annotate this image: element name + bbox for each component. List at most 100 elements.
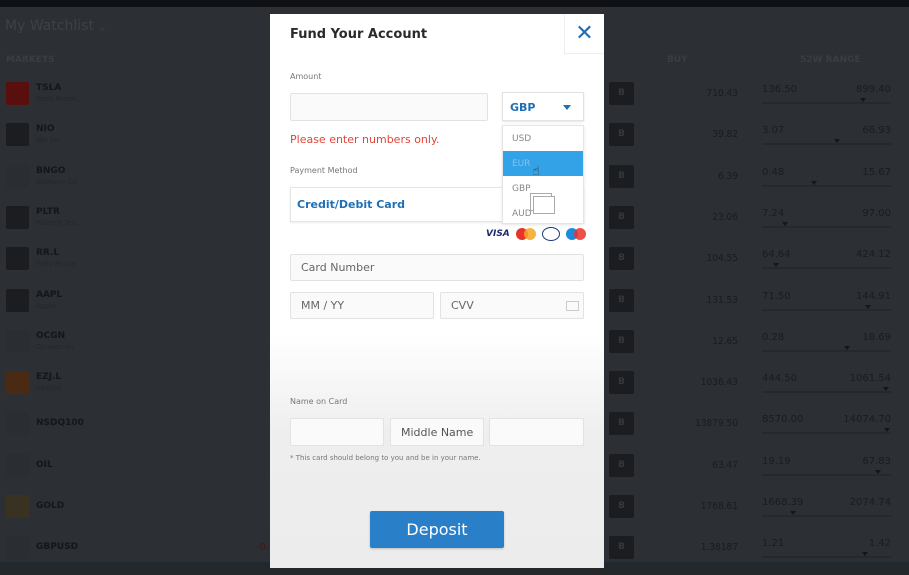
range-high: 15.67 xyxy=(862,166,891,178)
range-high: 97.00 xyxy=(862,207,891,219)
buy-button[interactable]: B xyxy=(609,205,634,229)
range-marker xyxy=(833,139,840,144)
market-name: easyJet xyxy=(36,384,62,393)
close-icon: ✕ xyxy=(575,21,594,46)
market-logo xyxy=(6,205,29,229)
range-marker xyxy=(782,221,789,226)
first-name-input[interactable] xyxy=(290,418,384,446)
cvv-input[interactable]: CVV xyxy=(440,292,584,319)
range-bar xyxy=(762,556,891,559)
range-bar xyxy=(762,432,891,435)
market-symbol: RR.L xyxy=(36,248,60,259)
range-low: 136.50 xyxy=(762,84,797,95)
buy-price: 63.47 xyxy=(712,459,738,471)
market-name: Apple xyxy=(36,301,56,310)
buy-price: 1036.43 xyxy=(700,377,738,389)
market-symbol: GOLD xyxy=(36,501,65,511)
close-button[interactable]: ✕ xyxy=(564,14,604,54)
market-symbol: BNGO xyxy=(36,165,66,176)
column-header-52w-range: 52W RANGE xyxy=(800,55,861,65)
card-number-input[interactable]: Card Number xyxy=(290,254,584,281)
buy-button[interactable]: B xyxy=(609,329,634,353)
range-marker xyxy=(884,428,891,433)
buy-price: 23.06 xyxy=(712,211,738,223)
modal-title: Fund Your Account xyxy=(290,27,428,42)
fund-account-modal: Fund Your Account ✕ Amount GBP Please en… xyxy=(270,14,604,568)
currency-select[interactable]: GBP xyxy=(502,92,584,121)
card-ownership-note: * This card should belong to you and be … xyxy=(290,454,481,462)
buy-button[interactable]: B xyxy=(609,123,634,147)
range-low: 0.28 xyxy=(762,331,785,343)
market-logo xyxy=(6,453,29,477)
currency-dropdown: USD EUR GBP AUD ☝ xyxy=(502,125,584,224)
range-bar xyxy=(762,473,891,476)
market-name: Nio Inc. xyxy=(36,136,63,145)
currency-option-eur[interactable]: EUR xyxy=(503,151,583,176)
buy-button[interactable]: B xyxy=(609,82,634,105)
buy-button[interactable]: B xyxy=(609,536,634,560)
market-logo xyxy=(6,164,29,188)
range-high: 14074.70 xyxy=(843,414,891,426)
column-header-markets: MARKETS xyxy=(6,55,55,65)
range-bar xyxy=(762,184,891,187)
range-high: 66.93 xyxy=(862,125,891,137)
mastercard-logo xyxy=(515,228,536,240)
pointer-cursor-icon: ☝ xyxy=(532,164,540,179)
range-high: 18.69 xyxy=(862,331,891,343)
currency-option-usd[interactable]: USD xyxy=(503,126,583,151)
range-bar xyxy=(762,349,891,352)
watchlist-selector[interactable]: My Watchlist ⌄ xyxy=(5,18,107,34)
market-logo xyxy=(6,371,29,395)
range-high: 67.83 xyxy=(862,455,891,467)
payment-method-value: Credit/Debit Card xyxy=(297,198,405,211)
deposit-button[interactable]: Deposit xyxy=(370,511,504,548)
buy-price: 131.53 xyxy=(706,294,738,306)
buy-price: 13879.50 xyxy=(695,418,738,430)
buy-button[interactable]: B xyxy=(609,164,634,188)
market-name: Ocugen Inc xyxy=(36,342,76,351)
buy-button[interactable]: B xyxy=(609,453,634,477)
caret-down-icon xyxy=(563,105,571,110)
visa-logo: VISA xyxy=(486,229,510,239)
middle-name-input[interactable]: Middle Name xyxy=(390,418,484,446)
range-marker xyxy=(859,98,866,102)
buy-button[interactable]: B xyxy=(609,288,634,312)
range-high: 424.12 xyxy=(856,249,891,261)
market-symbol: AAPL xyxy=(36,289,63,300)
card-brands: VISA xyxy=(486,227,586,241)
range-low: 64.64 xyxy=(762,249,791,261)
watchlist-title: My Watchlist xyxy=(5,18,94,34)
market-change: -0. xyxy=(256,542,270,554)
buy-price: 39.82 xyxy=(712,129,738,141)
buy-price: 6.39 xyxy=(717,170,738,182)
buy-button[interactable]: B xyxy=(609,247,634,271)
range-high: 2074.74 xyxy=(849,497,891,508)
market-logo xyxy=(6,536,29,560)
buy-button[interactable]: B xyxy=(609,412,634,436)
market-logo xyxy=(6,412,29,436)
buy-button[interactable]: B xyxy=(609,371,634,395)
amount-error: Please enter numbers only. xyxy=(290,133,440,146)
buy-price: 1.38187 xyxy=(700,542,738,554)
market-symbol: EZJ.L xyxy=(36,372,62,383)
cvv-placeholder: CVV xyxy=(451,299,474,312)
buy-price: 710.43 xyxy=(706,88,738,99)
range-marker xyxy=(875,469,882,474)
chevron-down-icon: ⌄ xyxy=(98,22,107,33)
amount-label: Amount xyxy=(290,72,322,81)
range-high: 1.42 xyxy=(868,538,891,550)
buy-button[interactable]: B xyxy=(609,495,634,518)
expiry-input[interactable]: MM / YY xyxy=(290,292,434,319)
range-marker xyxy=(844,345,851,350)
market-symbol: NIO xyxy=(36,124,55,135)
range-low: 3.07 xyxy=(762,125,785,137)
amount-input[interactable] xyxy=(290,93,488,121)
range-high: 899.40 xyxy=(856,84,891,95)
range-marker xyxy=(864,304,871,309)
maestro-logo xyxy=(565,228,586,240)
market-logo xyxy=(6,247,29,271)
market-symbol: GBPUSD xyxy=(36,542,79,553)
last-name-input[interactable] xyxy=(489,418,584,446)
range-bar xyxy=(762,143,891,146)
market-name: Palantir Tec... xyxy=(36,218,83,227)
